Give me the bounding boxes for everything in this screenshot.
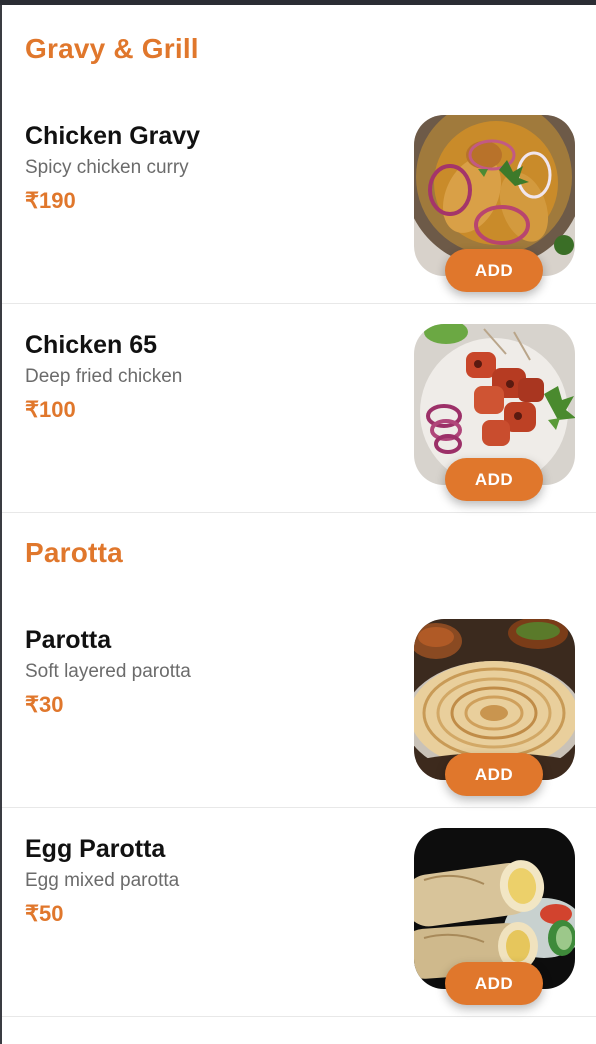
- item-name: Chicken 65: [25, 331, 158, 359]
- item-description: Spicy chicken curry: [25, 157, 189, 178]
- item-price: ₹190: [25, 188, 76, 213]
- menu-section-parotta: Parotta Parotta Soft layered parotta ₹30: [2, 513, 596, 1017]
- menu-item-egg-parotta: Egg Parotta Egg mixed parotta ₹50 ADD: [2, 808, 596, 1017]
- item-description: Egg mixed parotta: [25, 870, 180, 891]
- menu-item-chicken-65: Chicken 65 Deep fried chicken ₹100 ADD: [2, 304, 596, 513]
- menu-item-parotta: Parotta Soft layered parotta ₹30 ADD: [2, 599, 596, 808]
- menu-item-chicken-gravy: Chicken Gravy Spicy chicken curry ₹190 A…: [2, 95, 596, 304]
- item-description: Soft layered parotta: [25, 661, 191, 682]
- add-button[interactable]: ADD: [445, 962, 543, 1005]
- section-title: Gravy & Grill: [25, 33, 199, 64]
- section-title: Parotta: [25, 537, 123, 568]
- add-button[interactable]: ADD: [445, 458, 543, 501]
- add-button[interactable]: ADD: [445, 753, 543, 796]
- item-price: ₹50: [25, 901, 64, 926]
- item-name: Egg Parotta: [25, 835, 166, 863]
- item-price: ₹30: [25, 692, 64, 717]
- item-name: Parotta: [25, 626, 112, 654]
- add-button[interactable]: ADD: [445, 249, 543, 292]
- item-description: Deep fried chicken: [25, 366, 183, 387]
- item-name: Chicken Gravy: [25, 122, 201, 150]
- menu-section-gravy-grill: Gravy & Grill Chicken Gravy Spicy chicke…: [2, 5, 596, 513]
- menu-list: Gravy & Grill Chicken Gravy Spicy chicke…: [2, 5, 596, 1017]
- item-price: ₹100: [25, 397, 76, 422]
